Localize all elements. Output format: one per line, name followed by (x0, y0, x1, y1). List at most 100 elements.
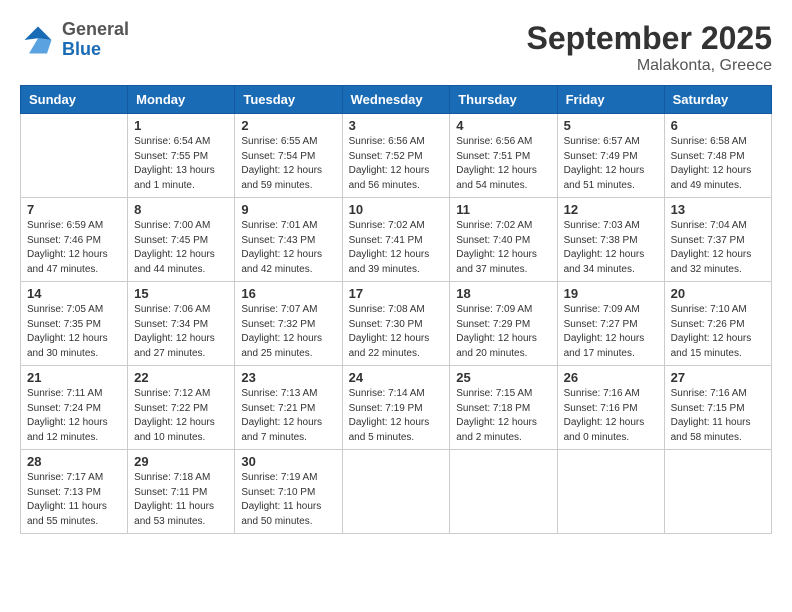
logo-line2: Blue (62, 40, 129, 60)
calendar-cell: 15Sunrise: 7:06 AM Sunset: 7:34 PM Dayli… (128, 282, 235, 366)
title-block: September 2025 Malakonta, Greece (527, 20, 772, 75)
day-info: Sunrise: 7:09 AM Sunset: 7:29 PM Dayligh… (456, 303, 550, 361)
day-number: 22 (134, 370, 228, 385)
day-number: 4 (456, 118, 550, 133)
day-info: Sunrise: 6:56 AM Sunset: 7:52 PM Dayligh… (349, 135, 444, 193)
day-header-thursday: Thursday (450, 86, 557, 114)
day-info: Sunrise: 7:15 AM Sunset: 7:18 PM Dayligh… (456, 387, 550, 445)
calendar-week-row: 14Sunrise: 7:05 AM Sunset: 7:35 PM Dayli… (21, 282, 772, 366)
calendar-cell: 6 Sunrise: 6:58 AM Sunset: 7:48 PM Daylig… (664, 114, 771, 198)
logo-text: General Blue (62, 20, 129, 60)
day-header-sunday: Sunday (21, 86, 128, 114)
day-info: Sunrise: 7:19 AM Sunset: 7:10 PM Dayligh… (241, 471, 335, 529)
calendar-cell: 11 Sunrise: 7:02 AM Sunset: 7:40 PM Dayli… (450, 198, 557, 282)
day-number: 26 (564, 370, 658, 385)
calendar-cell: 16Sunrise: 7:07 AM Sunset: 7:32 PM Dayli… (235, 282, 342, 366)
day-info: Sunrise: 6:57 AM Sunset: 7:49 PM Dayligh… (564, 135, 658, 193)
calendar-week-row: 7Sunrise: 6:59 AM Sunset: 7:46 PM Daylig… (21, 198, 772, 282)
calendar-cell: 22 Sunrise: 7:12 AM Sunset: 7:22 PM Dayli… (128, 366, 235, 450)
day-info: Sunrise: 6:58 AM Sunset: 7:48 PM Dayligh… (671, 135, 765, 193)
calendar-cell: 21Sunrise: 7:11 AM Sunset: 7:24 PM Dayli… (21, 366, 128, 450)
calendar-cell: 10Sunrise: 7:02 AM Sunset: 7:41 PM Dayli… (342, 198, 450, 282)
calendar-cell: 18 Sunrise: 7:09 AM Sunset: 7:29 PM Dayli… (450, 282, 557, 366)
page-header: General Blue September 2025 Malakonta, G… (20, 20, 772, 75)
day-info: Sunrise: 6:55 AM Sunset: 7:54 PM Dayligh… (241, 135, 335, 193)
day-info: Sunrise: 7:05 AM Sunset: 7:35 PM Dayligh… (27, 303, 121, 361)
calendar-cell: 17 Sunrise: 7:08 AM Sunset: 7:30 PM Dayli… (342, 282, 450, 366)
calendar-cell: 1Sunrise: 6:54 AM Sunset: 7:55 PM Daylig… (128, 114, 235, 198)
day-number: 13 (671, 202, 765, 217)
day-number: 5 (564, 118, 658, 133)
logo-line1: General (62, 20, 129, 40)
calendar-cell: 24 Sunrise: 7:14 AM Sunset: 7:19 PM Dayli… (342, 366, 450, 450)
day-number: 28 (27, 454, 121, 469)
day-number: 6 (671, 118, 765, 133)
calendar-week-row: 1Sunrise: 6:54 AM Sunset: 7:55 PM Daylig… (21, 114, 772, 198)
calendar-cell: 27 Sunrise: 7:16 AM Sunset: 7:15 PM Dayli… (664, 366, 771, 450)
day-info: Sunrise: 7:13 AM Sunset: 7:21 PM Dayligh… (241, 387, 335, 445)
day-number: 25 (456, 370, 550, 385)
day-info: Sunrise: 6:54 AM Sunset: 7:55 PM Dayligh… (134, 135, 228, 193)
day-number: 12 (564, 202, 658, 217)
calendar-cell: 12 Sunrise: 7:03 AM Sunset: 7:38 PM Dayli… (557, 198, 664, 282)
calendar-cell: 26 Sunrise: 7:16 AM Sunset: 7:16 PM Dayli… (557, 366, 664, 450)
calendar-cell: 8 Sunrise: 7:00 AM Sunset: 7:45 PM Daylig… (128, 198, 235, 282)
calendar-week-row: 28 Sunrise: 7:17 AM Sunset: 7:13 PM Dayli… (21, 450, 772, 534)
calendar-cell: 5 Sunrise: 6:57 AM Sunset: 7:49 PM Daylig… (557, 114, 664, 198)
calendar-week-row: 21Sunrise: 7:11 AM Sunset: 7:24 PM Dayli… (21, 366, 772, 450)
calendar-cell: 14Sunrise: 7:05 AM Sunset: 7:35 PM Dayli… (21, 282, 128, 366)
day-info: Sunrise: 7:12 AM Sunset: 7:22 PM Dayligh… (134, 387, 228, 445)
calendar-cell (450, 450, 557, 534)
day-header-friday: Friday (557, 86, 664, 114)
day-info: Sunrise: 7:16 AM Sunset: 7:15 PM Dayligh… (671, 387, 765, 445)
calendar-cell: 9 Sunrise: 7:01 AM Sunset: 7:43 PM Daylig… (235, 198, 342, 282)
day-number: 9 (241, 202, 335, 217)
day-info: Sunrise: 7:16 AM Sunset: 7:16 PM Dayligh… (564, 387, 658, 445)
day-number: 19 (564, 286, 658, 301)
calendar-cell: 4Sunrise: 6:56 AM Sunset: 7:51 PM Daylig… (450, 114, 557, 198)
calendar-cell (557, 450, 664, 534)
day-number: 21 (27, 370, 121, 385)
calendar-cell: 23Sunrise: 7:13 AM Sunset: 7:21 PM Dayli… (235, 366, 342, 450)
day-header-tuesday: Tuesday (235, 86, 342, 114)
day-number: 27 (671, 370, 765, 385)
day-number: 30 (241, 454, 335, 469)
day-info: Sunrise: 7:00 AM Sunset: 7:45 PM Dayligh… (134, 219, 228, 277)
day-number: 8 (134, 202, 228, 217)
calendar-cell: 2 Sunrise: 6:55 AM Sunset: 7:54 PM Daylig… (235, 114, 342, 198)
calendar-cell: 7Sunrise: 6:59 AM Sunset: 7:46 PM Daylig… (21, 198, 128, 282)
location: Malakonta, Greece (527, 57, 772, 75)
calendar-cell: 13 Sunrise: 7:04 AM Sunset: 7:37 PM Dayli… (664, 198, 771, 282)
day-header-wednesday: Wednesday (342, 86, 450, 114)
day-info: Sunrise: 7:01 AM Sunset: 7:43 PM Dayligh… (241, 219, 335, 277)
day-info: Sunrise: 7:10 AM Sunset: 7:26 PM Dayligh… (671, 303, 765, 361)
day-number: 20 (671, 286, 765, 301)
day-info: Sunrise: 7:02 AM Sunset: 7:41 PM Dayligh… (349, 219, 444, 277)
day-info: Sunrise: 7:09 AM Sunset: 7:27 PM Dayligh… (564, 303, 658, 361)
day-number: 24 (349, 370, 444, 385)
day-info: Sunrise: 7:08 AM Sunset: 7:30 PM Dayligh… (349, 303, 444, 361)
day-info: Sunrise: 7:02 AM Sunset: 7:40 PM Dayligh… (456, 219, 550, 277)
calendar-cell (21, 114, 128, 198)
day-info: Sunrise: 7:14 AM Sunset: 7:19 PM Dayligh… (349, 387, 444, 445)
calendar-cell (342, 450, 450, 534)
day-info: Sunrise: 7:03 AM Sunset: 7:38 PM Dayligh… (564, 219, 658, 277)
day-info: Sunrise: 7:04 AM Sunset: 7:37 PM Dayligh… (671, 219, 765, 277)
calendar-table: SundayMondayTuesdayWednesdayThursdayFrid… (20, 85, 772, 534)
calendar-cell (664, 450, 771, 534)
day-number: 17 (349, 286, 444, 301)
day-number: 7 (27, 202, 121, 217)
day-number: 2 (241, 118, 335, 133)
day-info: Sunrise: 7:07 AM Sunset: 7:32 PM Dayligh… (241, 303, 335, 361)
day-number: 29 (134, 454, 228, 469)
calendar-cell: 20 Sunrise: 7:10 AM Sunset: 7:26 PM Dayli… (664, 282, 771, 366)
logo-icon (20, 22, 56, 58)
calendar-cell: 30 Sunrise: 7:19 AM Sunset: 7:10 PM Dayli… (235, 450, 342, 534)
day-info: Sunrise: 7:17 AM Sunset: 7:13 PM Dayligh… (27, 471, 121, 529)
month-title: September 2025 (527, 20, 772, 57)
day-number: 18 (456, 286, 550, 301)
day-number: 3 (349, 118, 444, 133)
day-number: 11 (456, 202, 550, 217)
day-info: Sunrise: 7:18 AM Sunset: 7:11 PM Dayligh… (134, 471, 228, 529)
calendar-cell: 28 Sunrise: 7:17 AM Sunset: 7:13 PM Dayli… (21, 450, 128, 534)
